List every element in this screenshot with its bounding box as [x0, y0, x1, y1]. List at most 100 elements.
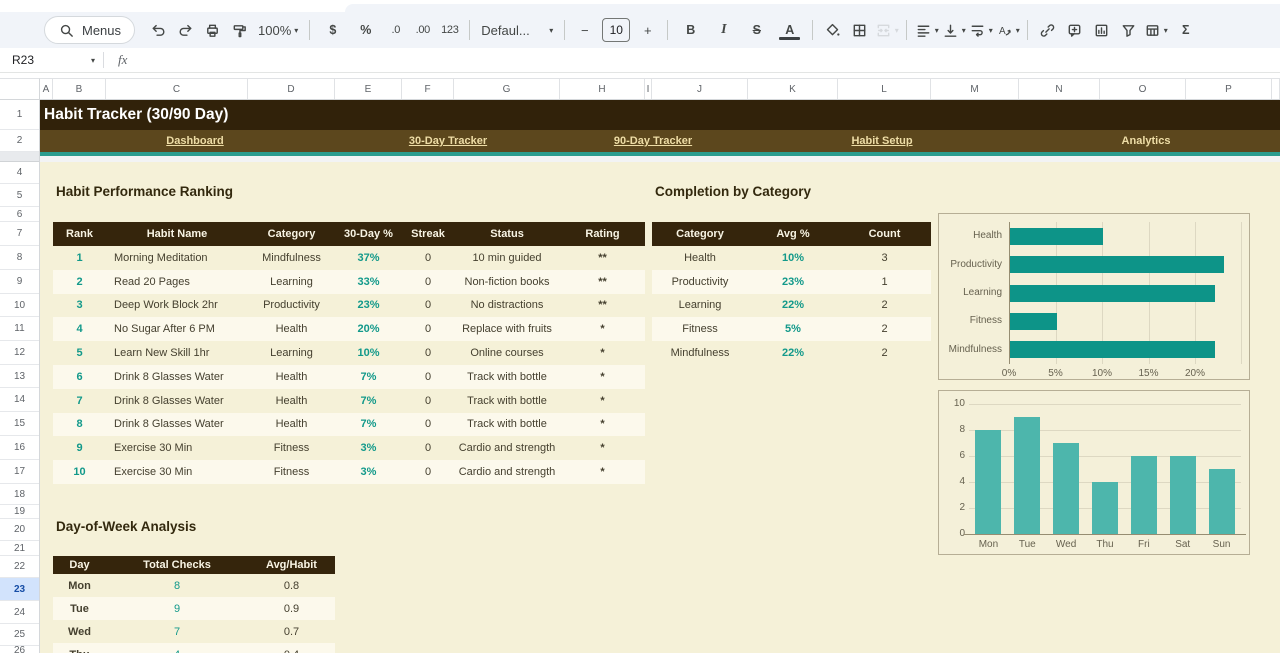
menus-button[interactable]: Menus — [44, 16, 135, 44]
cell[interactable]: 0 — [402, 389, 454, 413]
row-header-7[interactable]: 7 — [0, 222, 39, 246]
merge-cells-button[interactable]: ▾ — [874, 17, 899, 43]
column-header-H[interactable]: H — [560, 79, 645, 99]
cell[interactable]: ** — [560, 270, 645, 294]
row-header-20[interactable]: 20 — [0, 519, 39, 541]
column-header-J[interactable]: J — [652, 79, 748, 99]
cell[interactable]: Productivity — [248, 294, 335, 318]
cell[interactable]: Health — [248, 365, 335, 389]
cell[interactable]: 0.7 — [248, 620, 335, 643]
cell[interactable]: 5 — [53, 341, 106, 365]
row-header-24[interactable]: 24 — [0, 601, 39, 624]
cell[interactable]: 7% — [335, 389, 402, 413]
cell[interactable]: 2 — [838, 294, 931, 318]
cell[interactable]: ** — [560, 294, 645, 318]
cell[interactable]: 22% — [748, 294, 838, 318]
cell[interactable]: 7 — [53, 389, 106, 413]
row-header-14[interactable]: 14 — [0, 388, 39, 412]
percent-format-button[interactable]: % — [350, 17, 381, 43]
completion-by-category-chart[interactable]: 0%5%10%15%20%HealthProductivityLearningF… — [938, 213, 1250, 380]
cell[interactable]: 22% — [748, 341, 838, 365]
zoom-dropdown[interactable]: 100% ▾ — [254, 17, 302, 43]
row-header-18[interactable]: 18 — [0, 484, 39, 505]
row-header-16[interactable]: 16 — [0, 436, 39, 460]
cell[interactable]: 4 — [106, 643, 248, 653]
row-header-10[interactable]: 10 — [0, 294, 39, 317]
cell[interactable]: 23% — [748, 270, 838, 294]
cell[interactable]: 0 — [402, 270, 454, 294]
cell[interactable]: Learning — [248, 270, 335, 294]
increase-font-size-button[interactable]: + — [635, 17, 660, 43]
chevron-down-icon[interactable]: ▾ — [91, 56, 95, 65]
cell[interactable]: 23% — [335, 294, 402, 318]
cell[interactable]: 3 — [53, 294, 106, 318]
row-header-25[interactable]: 25 — [0, 624, 39, 646]
cell[interactable]: Health — [652, 246, 748, 270]
column-header-C[interactable]: C — [106, 79, 248, 99]
decrease-decimals-button[interactable]: .0 — [383, 17, 408, 43]
font-size-input[interactable]: 10 — [602, 18, 630, 42]
increase-decimals-button[interactable]: .00 — [410, 17, 435, 43]
cell[interactable]: Replace with fruits — [454, 317, 560, 341]
insert-comment-button[interactable] — [1062, 17, 1087, 43]
cell[interactable]: Read 20 Pages — [106, 270, 248, 294]
cell[interactable]: 0 — [402, 413, 454, 437]
cell[interactable]: Exercise 30 Min — [106, 460, 248, 484]
column-header-B[interactable]: B — [53, 79, 106, 99]
strikethrough-button[interactable]: S — [741, 17, 772, 43]
insert-chart-button[interactable] — [1089, 17, 1114, 43]
day-of-week-chart[interactable]: 0246810MonTueWedThuFriSatSun — [938, 390, 1250, 555]
cell[interactable]: 20% — [335, 317, 402, 341]
cell[interactable]: 8 — [106, 574, 248, 597]
cell[interactable]: * — [560, 413, 645, 437]
cell[interactable]: ** — [560, 246, 645, 270]
ranking-heading[interactable]: Habit Performance Ranking — [56, 184, 233, 199]
nav-link-analytics[interactable]: Analytics — [1122, 130, 1171, 152]
category-heading[interactable]: Completion by Category — [655, 184, 811, 199]
redo-button[interactable] — [173, 17, 198, 43]
column-header-F[interactable]: F — [402, 79, 454, 99]
cell[interactable]: 2 — [838, 341, 931, 365]
cell[interactable]: * — [560, 365, 645, 389]
insert-link-button[interactable] — [1035, 17, 1060, 43]
row-header-19[interactable]: 19 — [0, 505, 39, 519]
row-header-9[interactable]: 9 — [0, 270, 39, 294]
cell[interactable]: Track with bottle — [454, 389, 560, 413]
cell[interactable]: Fitness — [248, 436, 335, 460]
row-header-4[interactable]: 4 — [0, 162, 39, 184]
undo-button[interactable] — [146, 17, 171, 43]
column-header-M[interactable]: M — [931, 79, 1019, 99]
cell[interactable]: Health — [248, 413, 335, 437]
cell[interactable]: Learning — [248, 341, 335, 365]
cell[interactable]: 0.8 — [248, 574, 335, 597]
nav-link-90-day-tracker[interactable]: 90-Day Tracker — [614, 130, 692, 152]
cell[interactable]: Mon — [53, 574, 106, 597]
decrease-font-size-button[interactable]: − — [572, 17, 597, 43]
text-wrap-button[interactable]: ▾ — [968, 17, 993, 43]
cell[interactable]: Drink 8 Glasses Water — [106, 365, 248, 389]
cell[interactable]: Productivity — [652, 270, 748, 294]
cell[interactable]: * — [560, 389, 645, 413]
nav-link-dashboard[interactable]: Dashboard — [166, 130, 223, 152]
column-header-O[interactable]: O — [1100, 79, 1186, 99]
print-button[interactable] — [200, 17, 225, 43]
row-header-8[interactable]: 8 — [0, 246, 39, 270]
more-formats-button[interactable]: 123 — [437, 17, 462, 43]
column-header-partial[interactable] — [1272, 79, 1280, 99]
cell[interactable]: Fitness — [248, 460, 335, 484]
create-filter-button[interactable] — [1116, 17, 1141, 43]
cell[interactable]: 4 — [53, 317, 106, 341]
column-header-N[interactable]: N — [1019, 79, 1100, 99]
cell[interactable]: Deep Work Block 2hr — [106, 294, 248, 318]
cell[interactable]: Non-fiction books — [454, 270, 560, 294]
cell[interactable]: 0 — [402, 341, 454, 365]
cell[interactable]: 7% — [335, 365, 402, 389]
cell[interactable]: 8 — [53, 413, 106, 437]
cell[interactable]: 0 — [402, 365, 454, 389]
cell[interactable]: Drink 8 Glasses Water — [106, 413, 248, 437]
cell[interactable]: 3% — [335, 436, 402, 460]
cell[interactable]: 0 — [402, 246, 454, 270]
hidden-row-3-band[interactable] — [0, 152, 39, 162]
cell[interactable]: 0 — [402, 294, 454, 318]
cell[interactable]: Health — [248, 317, 335, 341]
